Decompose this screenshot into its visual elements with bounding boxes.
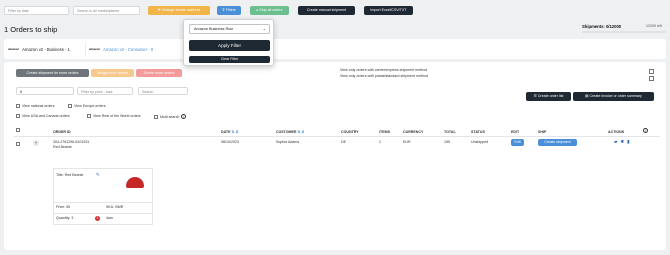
folder-icon[interactable]: ▰ [614,139,617,145]
express-shipment-option: View only orders with carrier/express sh… [340,68,428,72]
standard-only-checkbox[interactable] [649,76,654,81]
change-sender-button[interactable]: ⚑ Change sender address [148,6,210,15]
header-divider [14,136,660,137]
multi-search-option[interactable]: Multi search i [154,114,187,119]
view-rest-checkbox[interactable] [87,114,91,118]
filters-button[interactable]: ⊽ Filters [217,6,241,15]
status-value: Unshipped [471,140,489,144]
orders-search-input[interactable]: Search [138,87,188,95]
shipments-progress-bar [582,31,666,33]
info-icon[interactable]: i [181,114,187,119]
product-sku: SKU: BMR [106,205,124,209]
edit-order-button[interactable]: Edit [511,139,524,146]
create-shipment-more-orders-button[interactable]: Create shipment for more orders [16,69,89,77]
col-order-id: ORDER ID [53,130,71,134]
clear-filter-button[interactable]: Clear Filter [189,56,270,63]
product-title: Title: Red Beanie [56,173,84,177]
amazon-logo-icon: amazon [89,47,101,51]
order-id-value: 304-4761296-8101931 [53,140,90,144]
view-europe-checkbox[interactable] [68,104,72,108]
customer-value: Sophia Adams [276,140,300,144]
ship-all-button[interactable]: ▸ Ship all orders [250,6,289,15]
create-shipment-button[interactable]: Create shipment [538,139,577,146]
product-image [126,177,144,188]
col-edit: EDIT [511,130,520,134]
col-actions: ACTIONS [608,130,625,134]
search-marketplaces-input[interactable]: Search in all marketplaces [73,6,140,15]
orders-count-input[interactable]: 8 [16,87,74,95]
col-date[interactable]: DATE ⇅ ⇵ [221,130,239,134]
page-title: 1 Orders to ship [4,25,58,34]
col-ship: SHIP [538,130,547,134]
merge-orders-button[interactable]: Merge more orders [91,69,134,77]
amazon-logo-icon: amazon [8,47,20,51]
sort-icon[interactable]: ⇅ ⇵ [298,130,305,134]
gear-icon[interactable]: ✱ [620,139,624,145]
marketplace-tab-label: Amazon v2 - Consumer - 0 [103,46,154,52]
row-actions: ▰ ✱ ▮ [614,139,630,145]
price-max-input[interactable]: Filter by price - max [77,87,133,95]
edit-product-icon[interactable]: ✎ [96,172,100,178]
quantity-alert-badge: 1 [95,216,100,221]
view-rest-option[interactable]: View Rest of the World orders [87,114,141,118]
marketplace-tab-label: Amazon v2 - Business - 1 [22,46,70,52]
express-only-checkbox[interactable] [649,69,654,74]
row-checkbox[interactable] [16,142,20,146]
actions-info-icon[interactable]: i [643,128,648,133]
col-total: TOTAL [444,130,456,134]
col-customer[interactable]: CUSTOMER ⇅ ⇵ [276,130,305,134]
total-value: 195 [444,140,450,144]
marketplace-tab-consumer[interactable]: amazon Amazon v2 - Consumer - 0 [89,42,175,56]
col-country: COUNTRY [341,130,359,134]
view-usa-option[interactable]: View USA and Canada orders [16,114,70,118]
card-divider [53,213,153,214]
multi-search-checkbox[interactable] [154,114,158,119]
chevron-down-icon: ⌄ [262,26,266,31]
create-order-list-button[interactable]: ☰ Create order list [526,92,571,101]
create-invoice-button[interactable]: ▤ Create invoice or order summary [573,92,654,101]
product-price: Price: 55 [56,205,71,209]
expand-row-icon[interactable]: + [33,140,39,146]
view-national-checkbox[interactable] [16,104,20,108]
view-usa-checkbox[interactable] [16,114,20,118]
filter-date-input[interactable]: Filter by date [4,6,69,15]
beanie-image-icon [126,177,144,188]
items-value: 1 [379,140,381,144]
shipments-left: 12000 left [646,24,662,28]
col-status: STATUS [471,130,485,134]
create-manual-shipment-button[interactable]: Create manual shipment [298,6,355,15]
view-national-option[interactable]: View national orders [16,104,55,108]
date-value: 08/10/2023 [221,140,239,144]
country-value: DE [341,140,346,144]
col-currency: CURRENCY [403,130,424,134]
marketplace-tab-business[interactable]: amazon Amazon v2 - Business - 1 [8,42,86,56]
import-file-button[interactable]: Import Excel/CSV/TXT [364,6,413,15]
delete-orders-button[interactable]: Delete more orders [136,69,182,77]
shipments-counter: Shipments: 0/12000 [582,24,622,29]
currency-value: EUR [403,140,411,144]
col-items: ITEMS [379,130,390,134]
chat-icon[interactable]: ▮ [627,139,629,145]
product-size: 4am [106,216,113,220]
apply-filter-button[interactable]: Apply Filter [189,40,270,51]
view-europe-option[interactable]: View Europe orders [68,104,106,108]
standard-shipment-option: View only orders with postal/standard sh… [340,74,429,78]
product-name-value: Red Beanie [53,145,72,149]
product-quantity: Quantity: 3 [56,216,74,220]
filter-rule-select[interactable]: Amazon Business Rule ⌄ [189,24,270,34]
select-all-checkbox[interactable] [16,128,20,132]
sort-icon[interactable]: ⇅ ⇵ [232,130,239,134]
card-divider [53,202,153,203]
